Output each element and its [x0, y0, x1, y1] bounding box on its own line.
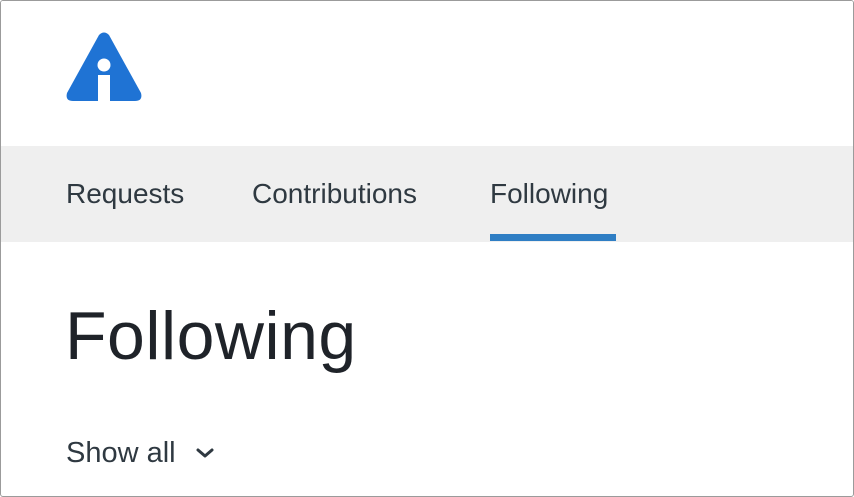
show-all-dropdown[interactable]: Show all	[66, 433, 216, 473]
tab-following[interactable]: Following	[490, 146, 608, 242]
page-title: Following	[65, 298, 357, 374]
filter-label: Show all	[66, 436, 176, 469]
site-header	[1, 1, 853, 146]
active-tab-indicator	[490, 234, 616, 241]
tab-requests[interactable]: Requests	[66, 146, 184, 242]
help-center-logo-icon[interactable]	[65, 31, 143, 103]
chevron-down-icon	[196, 448, 214, 458]
tab-contributions[interactable]: Contributions	[252, 146, 417, 242]
profile-tabs: Requests Contributions Following	[1, 146, 853, 242]
window-frame: Requests Contributions Following Followi…	[0, 0, 854, 497]
